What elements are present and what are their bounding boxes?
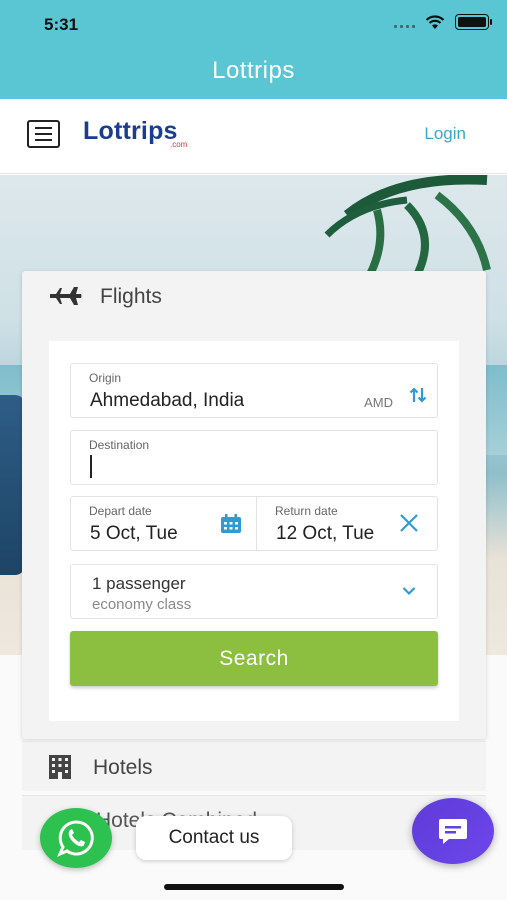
depart-date-label: Depart date bbox=[89, 504, 152, 518]
origin-airport-code: AMD bbox=[364, 395, 393, 410]
status-bar: 5:31 bbox=[0, 0, 507, 45]
home-indicator bbox=[164, 884, 344, 890]
whatsapp-button[interactable] bbox=[40, 808, 112, 868]
chat-bubble-icon bbox=[439, 819, 467, 844]
chevron-down-icon[interactable] bbox=[402, 586, 416, 596]
flights-search-card: Flights Origin Ahmedabad, India AMD Dest… bbox=[22, 271, 486, 739]
depart-date-field[interactable]: Depart date 5 Oct, Tue bbox=[71, 497, 256, 550]
wifi-icon bbox=[425, 14, 445, 29]
destination-label: Destination bbox=[89, 438, 150, 452]
return-date-value: 12 Oct, Tue bbox=[276, 523, 375, 544]
depart-date-value: 5 Oct, Tue bbox=[90, 523, 178, 544]
calendar-icon[interactable] bbox=[220, 514, 242, 534]
return-date-label: Return date bbox=[275, 504, 338, 518]
status-icons bbox=[394, 14, 492, 30]
site-logo[interactable]: Lottrips bbox=[83, 117, 178, 146]
site-header: Lottrips .com Login bbox=[0, 99, 507, 174]
cabin-class: economy class bbox=[92, 596, 192, 613]
tab-flights[interactable]: Flights bbox=[22, 271, 486, 325]
contact-us-label[interactable]: Contact us bbox=[136, 816, 292, 860]
site-logo-suffix: .com bbox=[170, 140, 188, 149]
flight-search-form: Origin Ahmedabad, India AMD Destination … bbox=[49, 341, 459, 721]
tab-flights-label: Flights bbox=[100, 285, 162, 308]
signal-icon bbox=[394, 16, 415, 28]
destination-field[interactable]: Destination bbox=[70, 430, 438, 485]
swap-vertical-icon[interactable] bbox=[409, 386, 427, 404]
airplane-icon bbox=[50, 287, 82, 305]
login-link[interactable]: Login bbox=[424, 124, 466, 144]
palm-tree-image bbox=[324, 175, 491, 282]
tab-hotels-label: Hotels bbox=[93, 756, 153, 779]
passengers-field[interactable]: 1 passenger economy class bbox=[70, 564, 438, 619]
dates-field: Depart date 5 Oct, Tue Return date 12 Oc… bbox=[70, 496, 438, 551]
origin-field[interactable]: Origin Ahmedabad, India AMD bbox=[70, 363, 438, 418]
battery-icon bbox=[455, 14, 492, 30]
search-button[interactable]: Search bbox=[70, 631, 438, 686]
whatsapp-icon bbox=[57, 820, 94, 857]
hamburger-menu-icon[interactable] bbox=[27, 120, 60, 148]
return-date-field[interactable]: Return date 12 Oct, Tue bbox=[257, 497, 437, 550]
origin-label: Origin bbox=[89, 371, 122, 385]
app-title-bar: Lottrips bbox=[0, 45, 507, 99]
passenger-count: 1 passenger bbox=[92, 574, 186, 593]
building-icon bbox=[49, 755, 71, 779]
chat-button[interactable] bbox=[412, 798, 494, 864]
status-time: 5:31 bbox=[44, 15, 79, 34]
close-icon[interactable] bbox=[399, 513, 419, 533]
origin-value: Ahmedabad, India bbox=[90, 390, 245, 411]
text-cursor bbox=[90, 455, 92, 478]
tab-hotels[interactable]: Hotels bbox=[22, 741, 486, 791]
